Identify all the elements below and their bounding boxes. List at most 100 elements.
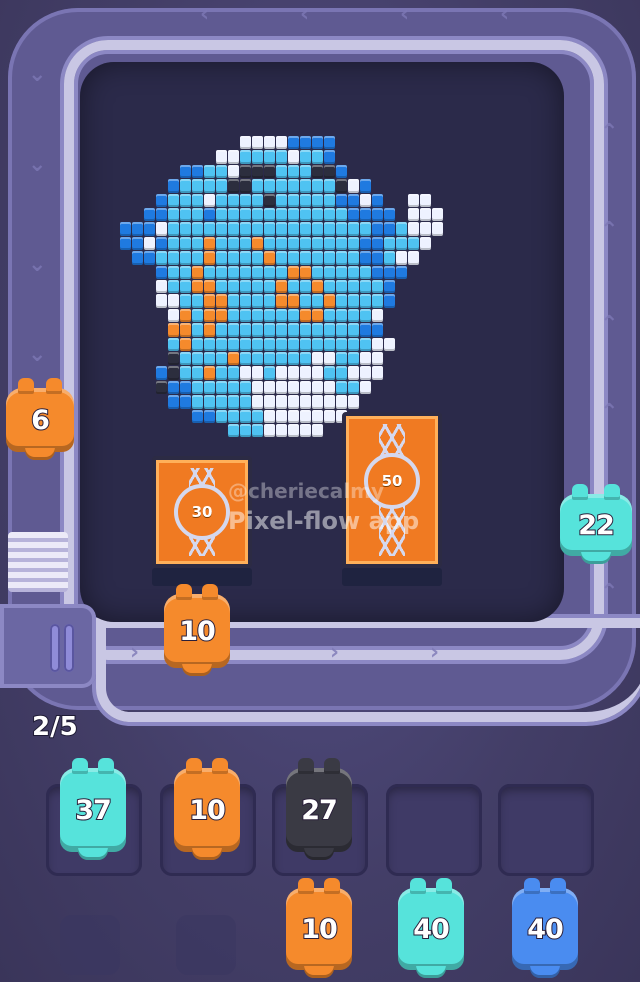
pixel-cell	[324, 366, 335, 380]
slot-creature[interactable]: 10	[174, 758, 240, 860]
pixel-cell	[300, 366, 311, 380]
pixel-cell	[192, 337, 203, 351]
pixel-cell	[276, 208, 287, 222]
pixel-cell	[324, 251, 335, 265]
pixel-cell	[180, 179, 191, 193]
pixel-cell	[228, 236, 239, 251]
pixel-cell	[288, 337, 299, 351]
pixel-cell	[168, 337, 179, 351]
pixel-cell	[372, 208, 383, 222]
pixel-cell	[396, 265, 407, 279]
pixel-cell	[204, 208, 215, 222]
pixel-cell	[204, 323, 215, 337]
pixel-cell	[348, 251, 359, 265]
reserve-creature[interactable]: 40	[512, 878, 578, 978]
pixel-cell	[300, 337, 311, 351]
pixel-cell	[360, 280, 371, 294]
launcher-roller	[50, 624, 60, 672]
pixel-cell	[312, 208, 323, 222]
pixel-cell	[240, 395, 251, 409]
pixel-cell	[264, 424, 275, 438]
pixel-cell	[372, 265, 383, 279]
pixel-cell	[288, 193, 299, 207]
pixel-cell	[360, 337, 371, 351]
pixel-cell	[324, 337, 335, 351]
pixel-cell	[300, 222, 311, 236]
pixel-cell	[432, 222, 443, 236]
pixel-cell	[300, 280, 311, 294]
pixel-cell	[288, 280, 299, 294]
pixel-cell	[324, 150, 335, 164]
pixel-cell	[276, 150, 287, 164]
pixel-cell	[216, 280, 227, 294]
pixel-cell	[192, 395, 203, 409]
pixel-cell	[348, 222, 359, 236]
pixel-cell	[240, 208, 251, 222]
pixel-cell	[204, 222, 215, 236]
pixel-cell	[372, 337, 383, 351]
pixel-cell	[300, 193, 311, 207]
pixel-cell	[312, 280, 323, 294]
pixel-cell	[300, 380, 311, 395]
pixel-cell	[408, 193, 419, 207]
pixel-cell	[288, 308, 299, 323]
pixel-cell	[276, 308, 287, 323]
creature-count: 10	[178, 615, 217, 648]
target-box: 30	[152, 456, 252, 586]
pixel-cell	[216, 265, 227, 279]
pixel-cell	[336, 236, 347, 251]
pixel-cell	[324, 164, 335, 179]
chevron-icon: ⌄	[28, 342, 47, 367]
pixel-cell	[228, 179, 239, 193]
pixel-cell	[204, 294, 215, 308]
slot-empty[interactable]	[386, 784, 482, 876]
conveyor-creature[interactable]: 6	[6, 378, 74, 460]
pixel-cell	[420, 236, 431, 251]
pixel-cell	[348, 179, 359, 193]
pixel-cell	[276, 337, 287, 351]
pixel-cell	[192, 251, 203, 265]
slot-empty[interactable]	[498, 784, 594, 876]
creature-count: 37	[74, 794, 113, 827]
pixel-cell	[168, 265, 179, 279]
pixel-cell	[408, 222, 419, 236]
conveyor-creature[interactable]: 22	[560, 484, 632, 564]
pixel-cell	[360, 193, 371, 207]
pixel-cell	[168, 380, 179, 395]
pixel-cell	[384, 280, 395, 294]
pixel-cell	[312, 294, 323, 308]
pixel-cell	[228, 222, 239, 236]
pixel-cell	[228, 424, 239, 438]
reserve-creature[interactable]: 10	[286, 878, 352, 978]
pixel-cell	[252, 308, 263, 323]
pixel-cell	[228, 164, 239, 179]
pixel-cell	[384, 265, 395, 279]
pixel-cell	[324, 352, 335, 366]
pixel-cell	[228, 395, 239, 409]
pixel-cell	[360, 222, 371, 236]
pixel-cell	[300, 251, 311, 265]
pixel-cell	[288, 136, 299, 150]
pixel-cell	[204, 409, 215, 423]
pixel-cell	[204, 352, 215, 366]
pixel-cell	[204, 193, 215, 207]
pixel-cell	[240, 251, 251, 265]
pixel-cell	[348, 337, 359, 351]
pixel-cell	[288, 251, 299, 265]
slot-creature[interactable]: 37	[60, 758, 126, 860]
pixel-cell	[312, 366, 323, 380]
conveyor-creature[interactable]: 10	[164, 584, 230, 676]
pixel-cell	[300, 236, 311, 251]
chevron-icon: ›	[430, 640, 440, 665]
pixel-cell	[240, 323, 251, 337]
slot-creature[interactable]: 27	[286, 758, 352, 860]
pixel-cell	[240, 136, 251, 150]
pixel-cell	[156, 251, 167, 265]
pixel-cell	[216, 409, 227, 423]
pixel-cell	[192, 366, 203, 380]
reserve-creature[interactable]: 40	[398, 878, 464, 978]
pixel-cell	[348, 380, 359, 395]
pixel-cell	[324, 395, 335, 409]
pixel-cell	[264, 193, 275, 207]
chevron-icon: ‹	[400, 2, 410, 27]
